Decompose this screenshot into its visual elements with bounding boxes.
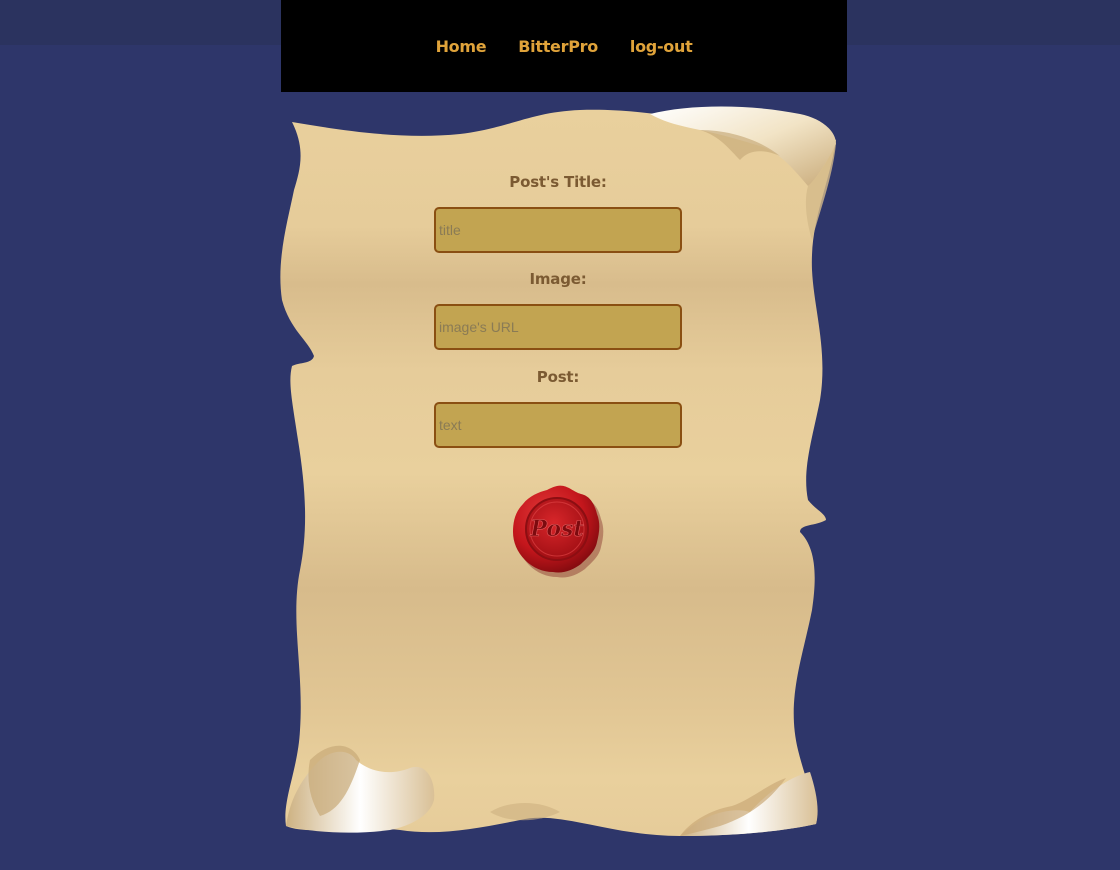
post-submit-button[interactable]: Post	[509, 482, 605, 578]
top-navbar: Home BitterPro log-out	[281, 0, 847, 92]
image-label: Image:	[529, 270, 587, 288]
nav-link-home[interactable]: Home	[436, 37, 487, 56]
nav-link-logout[interactable]: log-out	[630, 37, 693, 56]
title-label: Post's Title:	[509, 173, 607, 191]
nav-link-bitterpro[interactable]: BitterPro	[518, 37, 598, 56]
image-url-input[interactable]	[434, 304, 682, 350]
title-input[interactable]	[434, 207, 682, 253]
wax-seal-icon: Post	[513, 485, 604, 578]
post-label: Post:	[536, 368, 580, 386]
post-text-input[interactable]	[434, 402, 682, 448]
seal-post-text: Post	[529, 516, 583, 542]
post-form: Post's Title: Image: Post:	[434, 170, 682, 448]
